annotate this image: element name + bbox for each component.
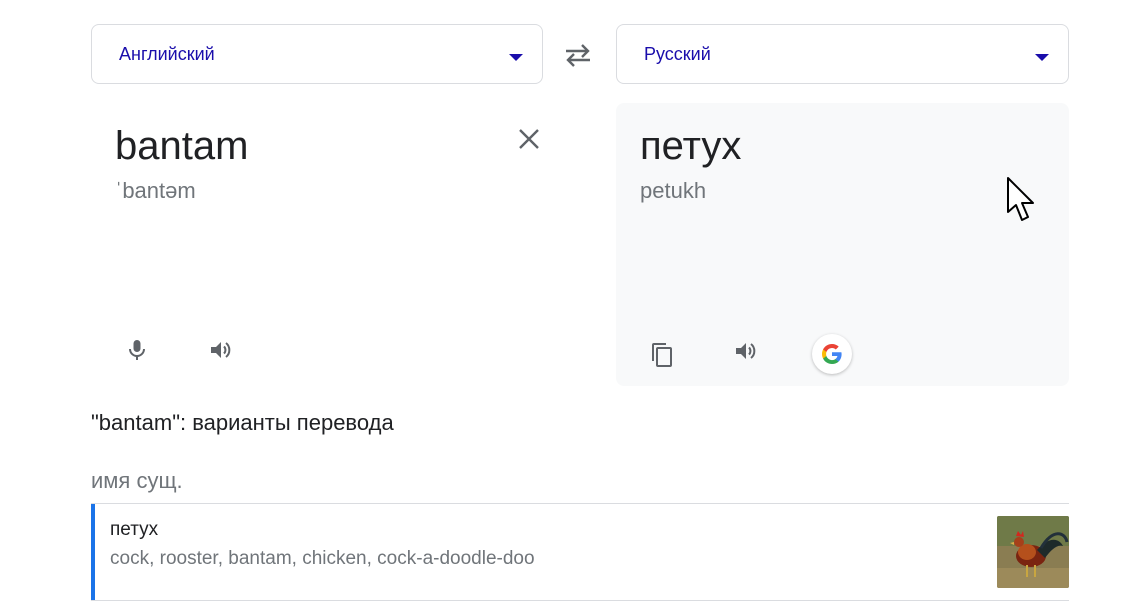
speaker-icon	[211, 342, 231, 358]
translation-variant-row[interactable]: петух cock, rooster, bantam, chicken, co…	[91, 504, 1069, 600]
caret-down-icon	[1035, 54, 1049, 61]
listen-translation-button[interactable]	[726, 331, 766, 371]
variant-synonyms: cock, rooster, bantam, chicken, cock-a-d…	[110, 548, 535, 569]
source-text-panel[interactable]: bantam ˈbantəm	[91, 103, 543, 386]
source-transcription: ˈbantəm	[115, 178, 196, 203]
translation-transliteration: petukh	[640, 178, 707, 203]
source-language-select[interactable]: Английский	[91, 24, 543, 84]
target-language-label: Русский	[644, 44, 711, 64]
source-language-label: Английский	[119, 44, 215, 64]
microphone-icon	[129, 340, 145, 360]
variant-word: петух	[110, 519, 159, 540]
open-in-google-translate-button[interactable]	[812, 334, 852, 374]
part-of-speech-label: имя сущ.	[91, 468, 183, 493]
translation-variants-heading: "bantam": варианты перевода	[91, 410, 394, 435]
voice-input-button[interactable]	[117, 330, 157, 370]
caret-down-icon	[509, 54, 523, 61]
speaker-icon	[736, 343, 756, 359]
row-accent-bar	[91, 504, 95, 600]
copy-icon	[652, 343, 672, 367]
translation-text: петух	[640, 124, 742, 168]
swap-icon	[566, 44, 590, 67]
clear-text-button[interactable]	[515, 125, 543, 153]
mouse-cursor	[1006, 176, 1042, 231]
rooster-thumbnail-image	[997, 516, 1069, 588]
mouse-cursor-icon	[1007, 177, 1034, 221]
source-text[interactable]: bantam	[115, 123, 248, 169]
target-language-select[interactable]: Русский	[616, 24, 1069, 84]
translation-panel: петух petukh	[616, 103, 1069, 386]
divider	[91, 600, 1069, 601]
listen-source-button[interactable]	[201, 330, 241, 370]
copy-translation-button[interactable]	[642, 334, 682, 374]
close-icon	[519, 129, 539, 149]
google-logo-icon	[822, 344, 842, 364]
swap-languages-button[interactable]	[560, 40, 596, 70]
